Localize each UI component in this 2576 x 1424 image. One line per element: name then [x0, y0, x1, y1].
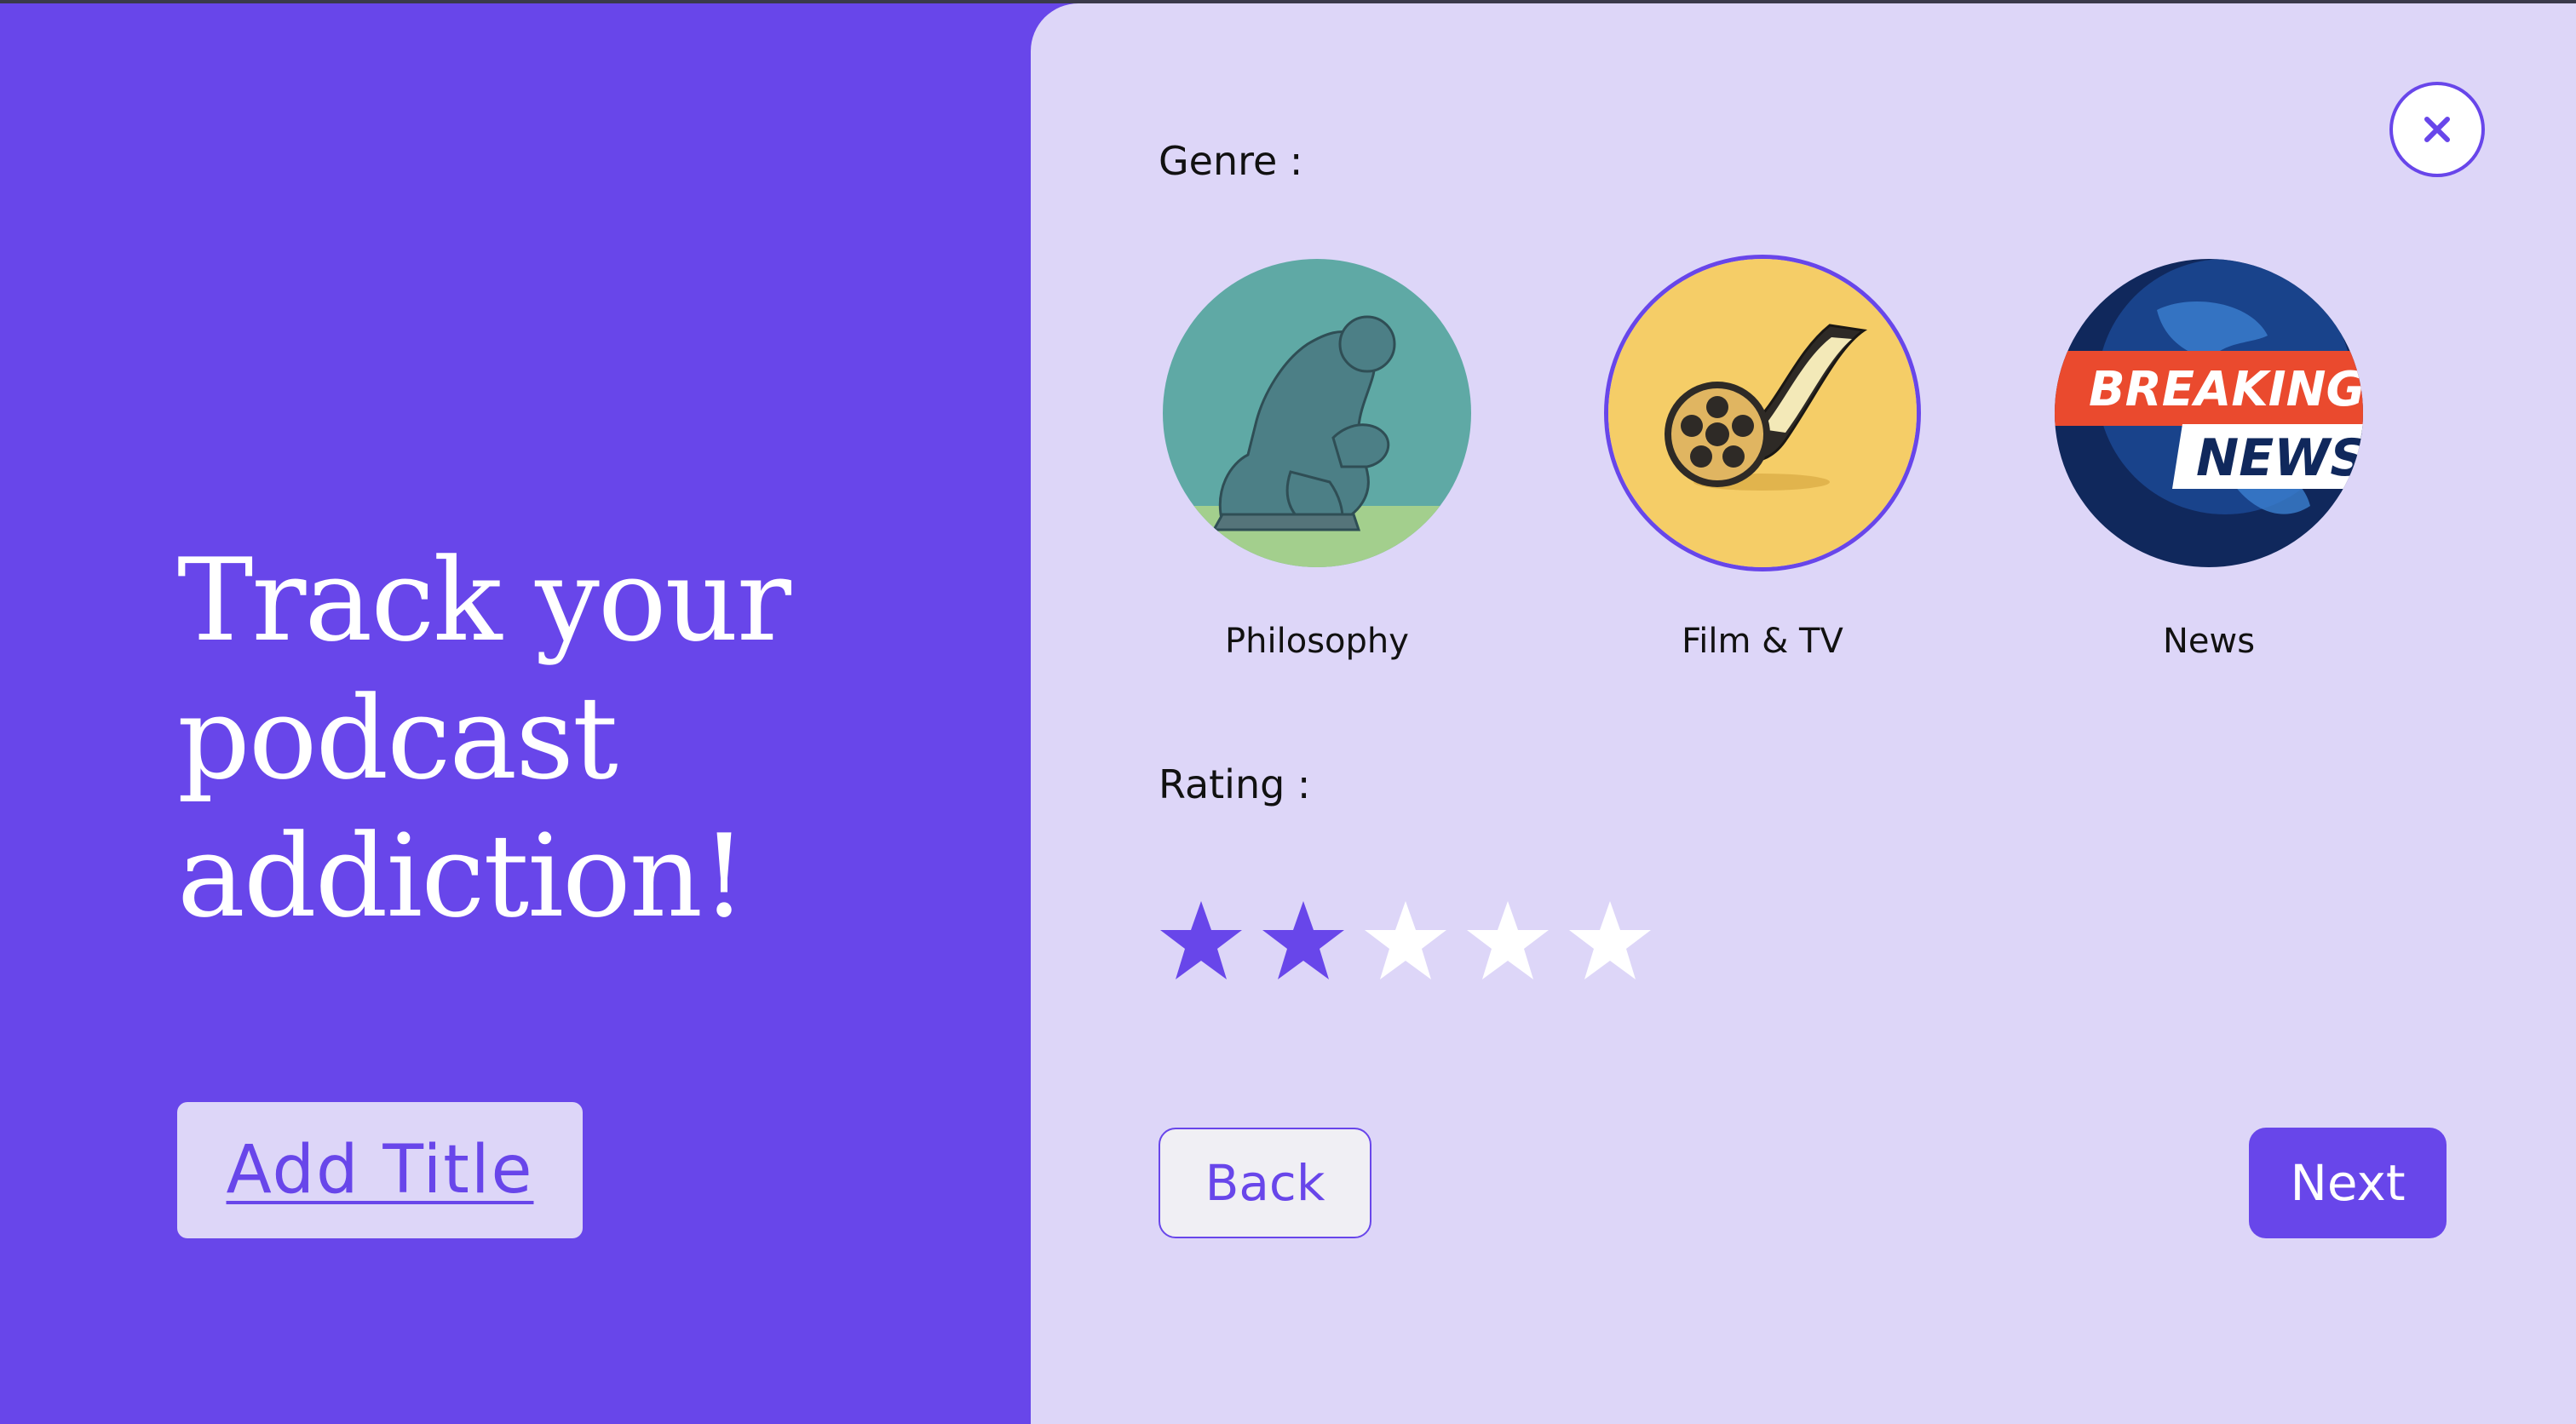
genre-option-news[interactable]: BREAKING NEWS News — [2047, 259, 2371, 661]
genre-option-philosophy[interactable]: Philosophy — [1155, 259, 1479, 661]
genre-label-news: News — [2162, 622, 2256, 661]
star-empty-icon[interactable] — [1567, 898, 1653, 983]
hero-headline: Track your podcast addiction! — [177, 531, 825, 945]
genre-image-film-tv — [1608, 259, 1917, 567]
headline-line-3: addiction! — [177, 810, 747, 943]
news-art-news: NEWS — [2196, 428, 2363, 488]
back-button[interactable]: Back — [1159, 1128, 1371, 1238]
genre-image-news: BREAKING NEWS — [2055, 259, 2363, 567]
rating-label: Rating : — [1159, 761, 1311, 807]
next-button[interactable]: Next — [2249, 1128, 2447, 1238]
close-button[interactable] — [2389, 82, 2485, 177]
close-icon — [2424, 117, 2450, 142]
genre-label-film-tv: Film & TV — [1682, 622, 1843, 661]
star-empty-icon[interactable] — [1465, 898, 1550, 983]
genre-image-philosophy — [1163, 259, 1471, 567]
film-reel-icon — [1608, 259, 1917, 567]
genre-label: Genre : — [1159, 138, 1303, 184]
star-filled-icon[interactable] — [1261, 898, 1346, 983]
podcast-form-panel: Genre : Philosophy Film & TV BREAKING NE… — [1031, 3, 2576, 1424]
headline-line-1: Track your — [177, 534, 791, 667]
star-empty-icon[interactable] — [1363, 898, 1448, 983]
headline-line-2: podcast — [177, 672, 618, 805]
genre-option-film-tv[interactable]: Film & TV — [1601, 259, 1924, 661]
add-title-button[interactable]: Add Title — [177, 1102, 583, 1238]
breaking-news-icon: BREAKING NEWS — [2055, 259, 2363, 567]
news-art-breaking: BREAKING — [2089, 362, 2363, 417]
thinker-statue-icon — [1163, 259, 1471, 567]
star-filled-icon[interactable] — [1159, 898, 1244, 983]
rating-stars — [1159, 898, 1653, 983]
hero-panel: Track your podcast addiction! Add Title — [0, 3, 1031, 1424]
genre-label-philosophy: Philosophy — [1225, 622, 1409, 661]
